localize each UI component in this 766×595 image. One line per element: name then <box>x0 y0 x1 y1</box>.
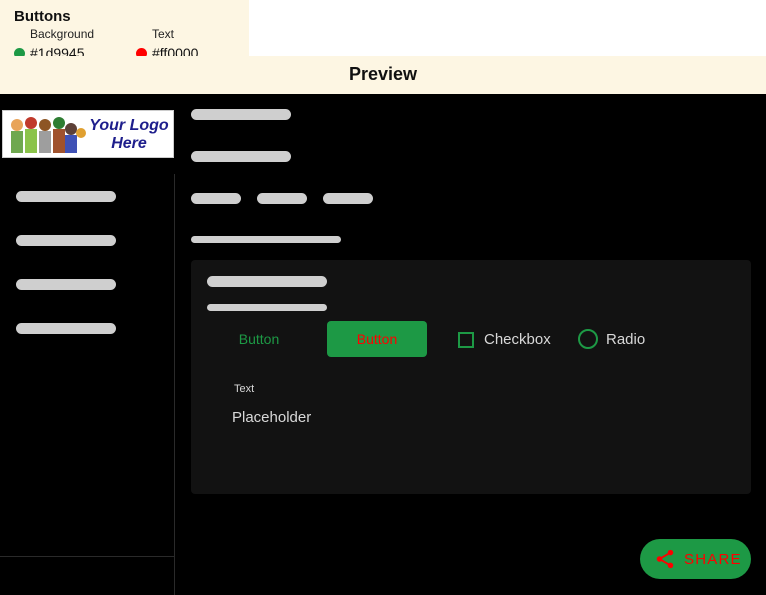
card-subtitle-placeholder <box>207 304 327 311</box>
text-field-label: Text <box>152 27 175 41</box>
share-label: SHARE <box>684 550 742 568</box>
sidebar-item-placeholder[interactable] <box>16 235 116 246</box>
sidebar-item-placeholder[interactable] <box>16 323 116 334</box>
text-line-placeholder <box>191 236 341 243</box>
share-fab[interactable]: SHARE <box>640 539 751 579</box>
card-title-placeholder <box>207 276 327 287</box>
checkbox-label: Checkbox <box>484 331 551 348</box>
logo: Your Logo Here <box>2 110 174 158</box>
background-field-label: Background <box>30 27 95 41</box>
buttons-config-panel: Buttons Background #1d9945 Text #ff0000 <box>0 0 249 67</box>
sidebar-divider <box>174 174 175 595</box>
checkbox[interactable]: Checkbox <box>458 331 551 348</box>
tab-placeholder[interactable] <box>323 193 373 204</box>
subheading-placeholder <box>191 151 291 162</box>
checkbox-box-icon[interactable] <box>458 331 474 348</box>
sidebar-footer-divider <box>0 556 174 557</box>
share-icon <box>656 549 674 569</box>
contained-button[interactable]: Button <box>327 321 427 357</box>
text-button[interactable]: Button <box>209 321 309 357</box>
text-field-label: Text <box>234 383 255 395</box>
sidebar-item-placeholder[interactable] <box>16 191 116 202</box>
preview-title: Preview <box>348 64 418 84</box>
radio-circle-icon[interactable] <box>578 329 598 349</box>
heading-placeholder <box>191 109 291 120</box>
people-illustration-icon <box>11 117 86 153</box>
section-title: Buttons <box>14 8 71 25</box>
preview-header: Preview <box>0 56 766 94</box>
radio-button[interactable]: Radio <box>578 329 645 349</box>
preview-card <box>191 260 751 494</box>
text-field-input[interactable] <box>232 405 432 429</box>
radio-label: Radio <box>606 330 646 348</box>
theme-preview-page: Buttons Background #1d9945 Text #ff0000 … <box>0 0 766 595</box>
tab-placeholder[interactable] <box>191 193 241 204</box>
logo-text: Your Logo Here <box>89 117 169 152</box>
tab-placeholder[interactable] <box>257 193 307 204</box>
sidebar-item-placeholder[interactable] <box>16 279 116 290</box>
